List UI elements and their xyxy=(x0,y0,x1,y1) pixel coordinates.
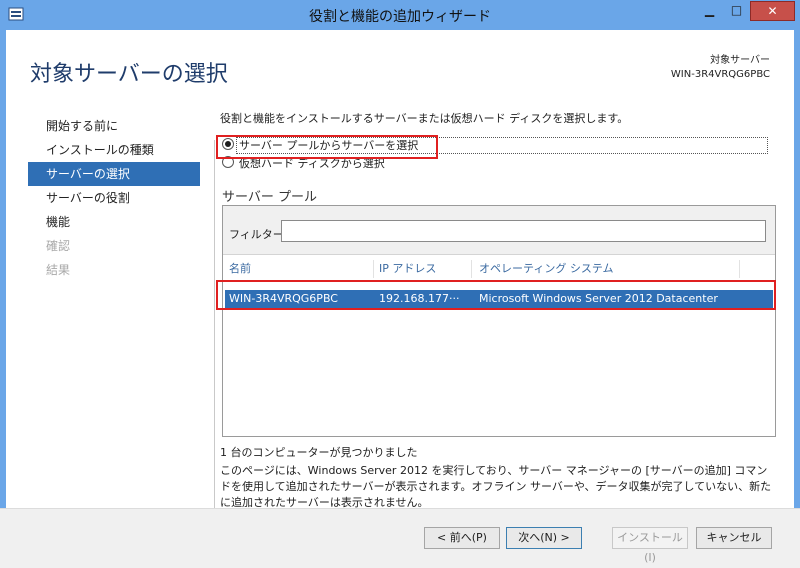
maximize-button[interactable]: □ xyxy=(723,1,750,21)
nav-divider xyxy=(214,140,215,525)
nav-item-server-selection[interactable]: サーバーの選択 xyxy=(28,162,200,186)
minimize-button[interactable]: ▁ xyxy=(696,1,723,21)
column-header-name[interactable]: 名前 xyxy=(229,260,374,278)
close-button[interactable]: ✕ xyxy=(750,1,795,21)
filter-input[interactable] xyxy=(281,220,766,242)
wizard-nav: 開始する前に インストールの種類 サーバーの選択 サーバーの役割 機能 確認 結… xyxy=(28,114,200,282)
title-bar[interactable]: 役割と機能の追加ウィザード ▁ □ ✕ xyxy=(0,0,800,30)
instruction-text: 役割と機能をインストールするサーバーまたは仮想ハード ディスクを選択します。 xyxy=(220,112,629,125)
wizard-footer: < 前へ(P) 次へ(N) > インストール(I) キャンセル xyxy=(0,508,800,568)
server-pool-title: サーバー プール xyxy=(222,190,318,205)
target-server-label: 対象サーバー xyxy=(710,55,770,66)
found-count-text: 1 台のコンピューターが見つかりました xyxy=(220,446,418,459)
wizard-window: 役割と機能の追加ウィザード ▁ □ ✕ 対象サーバーの選択 対象サーバー WIN… xyxy=(0,0,800,568)
nav-item-installation-type[interactable]: インストールの種類 xyxy=(28,138,200,162)
filter-area: フィルター: xyxy=(223,206,775,255)
nav-item-features[interactable]: 機能 xyxy=(28,210,200,234)
nav-item-before-you-begin[interactable]: 開始する前に xyxy=(28,114,200,138)
nav-item-server-roles[interactable]: サーバーの役割 xyxy=(28,186,200,210)
highlight-box-radio xyxy=(216,135,438,159)
target-server-name: WIN-3R4VRQG6PBC xyxy=(670,69,770,80)
server-pool-list: フィルター: 名前 IP アドレス オペレーティング システム WIN-3R4V… xyxy=(222,205,776,437)
previous-button[interactable]: < 前へ(P) xyxy=(424,527,500,549)
target-server-info: 対象サーバー WIN-3R4VRQG6PBC xyxy=(671,54,770,82)
next-button[interactable]: 次へ(N) > xyxy=(506,527,582,549)
install-button: インストール(I) xyxy=(612,527,688,564)
window-title: 役割と機能の追加ウィザード xyxy=(309,9,491,25)
nav-item-results: 結果 xyxy=(46,263,71,277)
column-header-os[interactable]: オペレーティング システム xyxy=(479,260,740,278)
filter-label: フィルター: xyxy=(229,228,288,241)
page-title: 対象サーバーの選択 xyxy=(30,62,228,87)
highlight-box-row xyxy=(216,280,776,310)
nav-item-confirmation: 確認 xyxy=(46,239,71,253)
description-text: このページには、Windows Server 2012 を実行しており、サーバー… xyxy=(220,464,772,509)
cancel-button[interactable]: キャンセル xyxy=(696,527,772,549)
column-header-ip[interactable]: IP アドレス xyxy=(379,260,472,278)
